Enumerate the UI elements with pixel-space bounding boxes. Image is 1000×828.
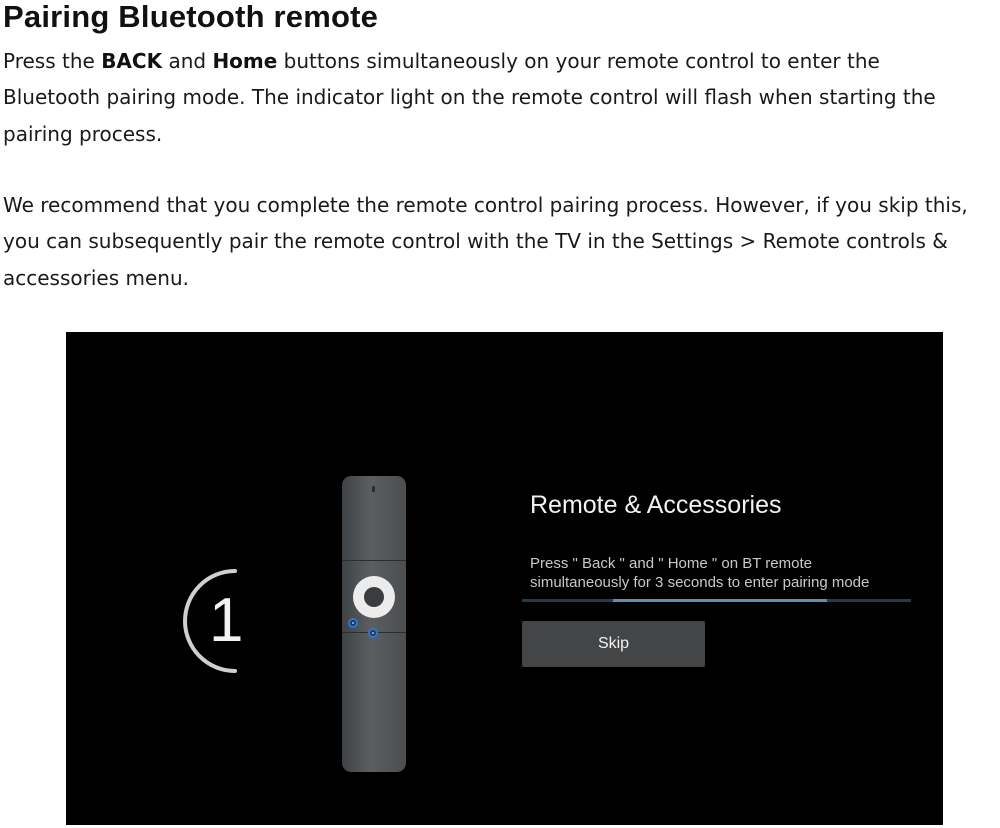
panel-title: Remote & Accessories	[530, 491, 782, 519]
home-key-name: Home	[212, 49, 278, 73]
paragraph-line: Bluetooth pairing mode. The indicator li…	[3, 85, 936, 110]
remote-control-icon	[342, 476, 406, 772]
home-button-highlight	[368, 628, 378, 638]
dpad-ring	[353, 576, 395, 618]
instructions-paragraph: Press the BACK and Home buttons simultan…	[3, 43, 1000, 152]
tv-screen-screenshot: 1 Remote & Accessories Press " Back " an…	[66, 332, 943, 825]
back-key-name: BACK	[101, 49, 163, 73]
skip-button[interactable]: Skip	[522, 621, 705, 667]
recommendation-paragraph: We recommend that you complete the remot…	[3, 187, 1000, 296]
ok-button	[364, 587, 384, 607]
back-button-highlight	[348, 618, 358, 628]
ir-window	[372, 486, 375, 492]
pairing-progress-bar	[522, 599, 911, 602]
paragraph-line: We recommend that you complete the remot…	[3, 193, 968, 217]
countdown-number: 1	[209, 586, 244, 655]
pairing-progress-fill	[613, 599, 827, 602]
paragraph-line: accessories menu.	[3, 265, 189, 290]
pairing-instruction: Press " Back " and " Home " on BT remote…	[530, 555, 870, 591]
paragraph-line: pairing process.	[3, 121, 163, 146]
remote-divider	[342, 560, 406, 561]
document-title: Pairing Bluetooth remote	[3, 0, 379, 34]
paragraph-line: you can subsequently pair the remote con…	[3, 229, 948, 254]
paragraph-line: Press the BACK and Home buttons simultan…	[3, 49, 880, 73]
